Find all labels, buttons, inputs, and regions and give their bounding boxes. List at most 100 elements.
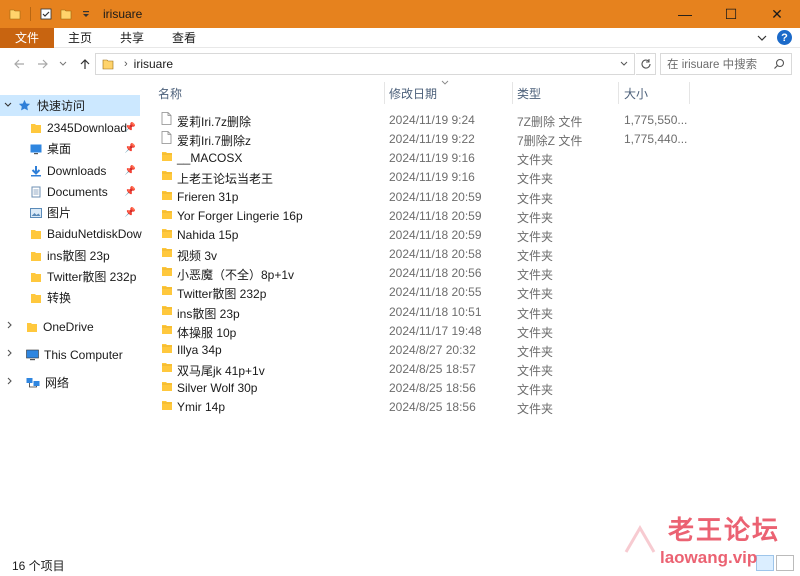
- column-header-date[interactable]: 修改日期: [389, 82, 511, 104]
- table-row[interactable]: Illya 34p 2024/8/27 20:32 文件夹: [155, 340, 690, 359]
- sidebar-item-quick-access[interactable]: 快速访问: [0, 95, 140, 116]
- back-arrow-icon: [14, 59, 24, 69]
- refresh-button[interactable]: [636, 53, 656, 75]
- sidebar-item-network[interactable]: 网络: [0, 372, 140, 393]
- address-bar[interactable]: › irisuare: [95, 53, 635, 75]
- tab-file[interactable]: 文件: [0, 27, 55, 48]
- forward-button[interactable]: [32, 53, 54, 75]
- navigation-bar: › irisuare 在 irisuare 中搜索: [0, 48, 800, 80]
- sidebar-item-downloads[interactable]: Downloads 📌: [30, 160, 140, 181]
- file-date: 2024/8/25 18:56: [389, 400, 476, 415]
- file-type: 文件夹: [517, 325, 554, 340]
- tab-view[interactable]: 查看: [158, 28, 210, 48]
- folder-icon: [161, 323, 173, 338]
- sidebar-item-label: Documents: [47, 184, 108, 199]
- details-view-button[interactable]: [756, 555, 774, 571]
- table-row[interactable]: 体操服 10p 2024/11/17 19:48 文件夹: [155, 321, 690, 340]
- table-row[interactable]: 爱莉Iri.7z删除 2024/11/19 9:24 7Z删除 文件 1,775,55…: [155, 110, 690, 129]
- address-dropdown-icon[interactable]: [620, 59, 628, 69]
- column-header-name[interactable]: 名称: [158, 82, 383, 104]
- table-row[interactable]: Ymir 14p 2024/8/25 18:56 文件夹: [155, 397, 690, 416]
- minimize-button[interactable]: —: [662, 0, 708, 28]
- table-row[interactable]: 上老王论坛当老王 2024/11/19 9:16 文件夹: [155, 167, 690, 186]
- help-button[interactable]: ?: [777, 30, 792, 45]
- file-type: 文件夹: [517, 268, 554, 283]
- customize-toolbar-icon[interactable]: [79, 7, 93, 21]
- folder-icon: [161, 150, 173, 165]
- column-divider[interactable]: [618, 82, 619, 104]
- maximize-button[interactable]: ☐: [708, 0, 754, 28]
- file-name: Yor Forger Lingerie 16p: [177, 208, 303, 223]
- sidebar-item-convert[interactable]: 转换: [30, 287, 140, 308]
- sidebar-item-twitter[interactable]: Twitter散图 232p: [30, 266, 140, 287]
- table-row[interactable]: ins散图 23p 2024/11/18 10:51 文件夹: [155, 302, 690, 321]
- sidebar-item-label: OneDrive: [43, 319, 94, 334]
- file-type: 文件夹: [517, 191, 554, 206]
- navigation-pane: 快速访问 2345Download 📌 桌面 📌 Downloads 📌 Doc…: [0, 84, 142, 554]
- tab-share[interactable]: 共享: [106, 28, 158, 48]
- chevron-down-icon[interactable]: [2, 100, 14, 111]
- chevron-right-icon[interactable]: [4, 349, 16, 360]
- close-button[interactable]: ✕: [754, 0, 800, 28]
- expand-ribbon-icon[interactable]: [757, 31, 767, 45]
- file-name: ins散图 23p: [177, 306, 240, 321]
- tab-home[interactable]: 主页: [54, 28, 106, 48]
- toolbar-divider: [30, 7, 31, 21]
- watermark-logo: [620, 520, 660, 563]
- file-type: 7Z删除 文件: [517, 115, 583, 129]
- column-divider[interactable]: [384, 82, 385, 104]
- file-name: 爱莉Iri.7z删除: [177, 115, 252, 129]
- column-divider[interactable]: [512, 82, 513, 104]
- sidebar-item-documents[interactable]: Documents 📌: [30, 181, 140, 202]
- folder-icon: [161, 304, 173, 319]
- table-row[interactable]: Twitter散图 232p 2024/11/18 20:55 文件夹: [155, 282, 690, 301]
- file-type: 文件夹: [517, 306, 554, 321]
- back-button[interactable]: [8, 53, 30, 75]
- column-header-label: 修改日期: [389, 86, 438, 101]
- sidebar-item-this-computer[interactable]: This Computer: [0, 344, 140, 365]
- search-input[interactable]: 在 irisuare 中搜索: [660, 53, 792, 75]
- pin-icon[interactable]: 📌: [125, 165, 136, 176]
- chevron-right-icon[interactable]: [4, 321, 16, 332]
- sidebar-item-label: BaiduNetdiskDow: [47, 226, 142, 241]
- file-size: 1,775,440...: [624, 132, 688, 147]
- quick-access-toolbar: [0, 7, 93, 21]
- table-row[interactable]: Frieren 31p 2024/11/18 20:59 文件夹: [155, 187, 690, 206]
- table-row[interactable]: 小恶魔（不全）8p+1v 2024/11/18 20:56 文件夹: [155, 263, 690, 282]
- table-row[interactable]: Yor Forger Lingerie 16p 2024/11/18 20:59 文…: [155, 206, 690, 225]
- recent-locations-button[interactable]: [56, 53, 70, 75]
- column-header-size[interactable]: 大小: [624, 82, 688, 104]
- sidebar-item-baidunetdisk[interactable]: BaiduNetdiskDow: [30, 223, 142, 244]
- table-row[interactable]: 双马尾jk 41p+1v 2024/8/25 18:57 文件夹: [155, 359, 690, 378]
- properties-icon[interactable]: [39, 7, 53, 21]
- sidebar-item-onedrive[interactable]: OneDrive: [0, 316, 140, 337]
- breadcrumb-current[interactable]: irisuare: [134, 57, 173, 71]
- file-name: 双马尾jk 41p+1v: [177, 363, 265, 378]
- up-button[interactable]: [74, 53, 96, 75]
- pin-icon[interactable]: 📌: [125, 186, 136, 197]
- pin-icon[interactable]: 📌: [125, 207, 136, 218]
- sidebar-item-desktop[interactable]: 桌面 📌: [30, 138, 140, 159]
- file-date: 2024/11/18 20:59: [389, 227, 482, 242]
- table-row[interactable]: 爱莉Iri.7删除z 2024/11/19 9:22 7删除Z 文件 1,775,44…: [155, 129, 690, 148]
- chevron-right-icon[interactable]: [4, 377, 16, 388]
- large-icons-view-button[interactable]: [776, 555, 794, 571]
- sidebar-item-ins[interactable]: ins散图 23p: [30, 245, 140, 266]
- table-row[interactable]: Nahida 15p 2024/11/18 20:59 文件夹: [155, 225, 690, 244]
- sidebar-item-label: Twitter散图 232p: [47, 270, 137, 284]
- new-folder-icon[interactable]: [59, 7, 73, 21]
- computer-icon: [26, 349, 39, 361]
- table-row[interactable]: Silver Wolf 30p 2024/8/25 18:56 文件夹: [155, 378, 690, 397]
- table-row[interactable]: 视频 3v 2024/11/18 20:58 文件夹: [155, 244, 690, 263]
- file-icon: [161, 131, 172, 147]
- file-date: 2024/11/17 19:48: [389, 323, 482, 338]
- folder-icon: [161, 284, 173, 299]
- sidebar-item-2345download[interactable]: 2345Download 📌: [30, 117, 140, 138]
- column-header-type[interactable]: 类型: [517, 82, 617, 104]
- pin-icon[interactable]: 📌: [125, 143, 136, 154]
- column-divider[interactable]: [689, 82, 690, 104]
- view-toggle: [756, 555, 794, 571]
- sidebar-item-pictures[interactable]: 图片 📌: [30, 202, 140, 223]
- table-row[interactable]: __MACOSX 2024/11/19 9:16 文件夹: [155, 148, 690, 167]
- pin-icon[interactable]: 📌: [125, 122, 136, 133]
